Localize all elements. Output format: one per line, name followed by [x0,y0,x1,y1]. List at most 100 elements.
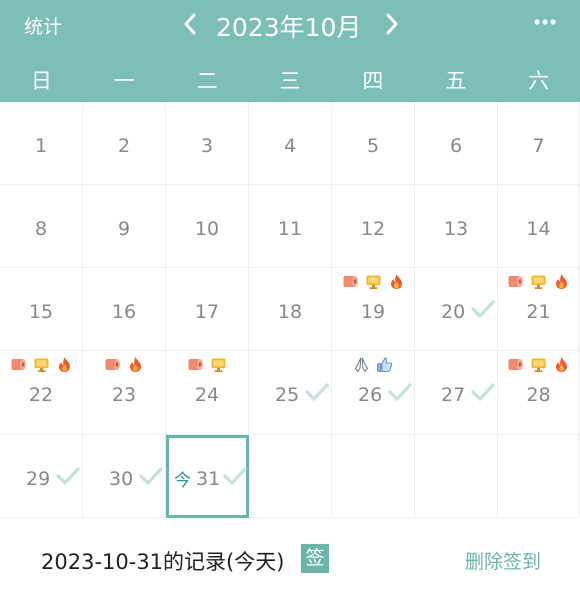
stats-button[interactable]: 统计 [24,12,62,39]
checkin-check-icon [388,382,412,402]
calendar-day-3[interactable]: 3 [166,102,249,185]
thumbs-up-icon [376,356,393,373]
monitor-icon [365,273,382,290]
checkin-check-icon [56,466,80,486]
chevron-left-icon [184,13,196,35]
day-number: 7 [532,135,545,157]
calendar-day-18[interactable]: 18 [249,268,332,351]
fire-icon [553,273,570,290]
toilet-paper-icon [507,356,524,373]
sign-badge: 签 [301,544,329,573]
checkin-check-icon [471,299,495,319]
day-icons [166,356,248,373]
calendar-day-28[interactable]: 28 [498,351,580,435]
calendar-day-21[interactable]: 21 [498,268,580,351]
day-number: 4 [283,135,297,157]
toilet-paper-icon [10,356,27,373]
weekday-sun: 日 [30,69,52,93]
day-number: 16 [111,301,137,323]
weekday-thu: 四 [362,69,384,93]
toilet-paper-icon [187,356,204,373]
calendar-day-6[interactable]: 6 [415,102,498,185]
day-icons [83,356,165,373]
day-icons [498,356,579,373]
calendar-day-26[interactable]: 26 [332,351,415,435]
checkin-check-icon [223,466,247,486]
calendar-day-29[interactable]: 29 [0,435,83,518]
calendar-day-15[interactable]: 15 [0,268,83,351]
calendar-day-today[interactable]: 今 31 [166,435,249,518]
calendar-empty-cell [249,435,332,518]
more-menu-button[interactable] [531,10,559,34]
calendar-day-17[interactable]: 17 [166,268,249,351]
next-month-button[interactable] [380,9,404,39]
calendar-empty-cell [498,435,580,518]
checkin-check-icon [471,382,495,402]
prev-month-button[interactable] [178,9,202,39]
calendar-day-2[interactable]: 2 [83,102,166,185]
day-number: 14 [526,218,551,240]
checkin-check-icon [305,382,329,402]
weekday-mon: 一 [113,69,135,93]
weekday-sat: 六 [528,69,550,93]
checkin-check-icon [139,466,163,486]
calendar-day-16[interactable]: 16 [83,268,166,351]
calendar-day-8[interactable]: 8 [0,185,83,268]
calendar-grid: 1 2 3 4 5 6 7 8 9 10 11 12 13 14 15 16 17 18 19 20 21 22 23 24 2… [0,102,580,518]
day-icons [332,356,414,373]
calendar-day-4[interactable]: 4 [249,102,332,185]
calendar-day-23[interactable]: 23 [83,351,166,435]
calendar-day-14[interactable]: 14 [498,185,580,268]
calendar-day-24[interactable]: 24 [166,351,249,435]
weekday-wed: 三 [279,69,301,93]
weekday-tue: 二 [196,69,218,93]
day-number: 2 [117,135,131,157]
fire-icon [553,356,570,373]
fire-icon [388,273,405,290]
calendar-day-7[interactable]: 7 [498,102,580,185]
month-title: 2023年10月 [216,13,362,42]
day-icons [0,356,82,373]
monitor-icon [530,273,547,290]
fire-icon [56,356,73,373]
weekday-row: 日 一 二 三 四 五 六 [0,60,580,102]
calendar-empty-cell [415,435,498,518]
day-number: 18 [277,301,303,323]
monitor-icon [210,356,227,373]
calendar-day-1[interactable]: 1 [0,102,83,185]
day-number: 15 [28,301,54,323]
toilet-paper-icon [507,273,524,290]
day-number: 8 [34,218,48,240]
calendar-day-5[interactable]: 5 [332,102,415,185]
day-number: 5 [366,135,380,157]
day-icons [332,273,414,290]
calendar-day-27[interactable]: 27 [415,351,498,435]
fire-icon [127,356,144,373]
monitor-icon [530,356,547,373]
day-number: 17 [194,301,220,323]
calendar-day-22[interactable]: 22 [0,351,83,435]
calendar-day-19[interactable]: 19 [332,268,415,351]
calendar-day-9[interactable]: 9 [83,185,166,268]
delete-checkin-button[interactable]: 删除签到 [465,547,541,574]
calendar-day-30[interactable]: 30 [83,435,166,518]
day-number: 13 [443,218,469,240]
praying-hands-icon [353,356,370,373]
toilet-paper-icon [104,356,121,373]
day-number: 1 [34,135,48,157]
more-icon [534,19,556,25]
calendar-day-10[interactable]: 10 [166,185,249,268]
record-footer: 2023-10-31的记录(今天) 签 删除签到 [0,518,580,591]
chevron-right-icon [386,13,398,35]
day-number: 9 [117,218,131,240]
calendar-day-11[interactable]: 11 [249,185,332,268]
record-title: 2023-10-31的记录(今天) [41,550,285,574]
calendar-day-13[interactable]: 13 [415,185,498,268]
calendar-day-12[interactable]: 12 [332,185,415,268]
calendar-empty-cell [332,435,415,518]
calendar-day-25[interactable]: 25 [249,351,332,435]
day-number: 10 [194,218,220,240]
monitor-icon [33,356,50,373]
day-number: 3 [200,135,214,157]
calendar-day-20[interactable]: 20 [415,268,498,351]
